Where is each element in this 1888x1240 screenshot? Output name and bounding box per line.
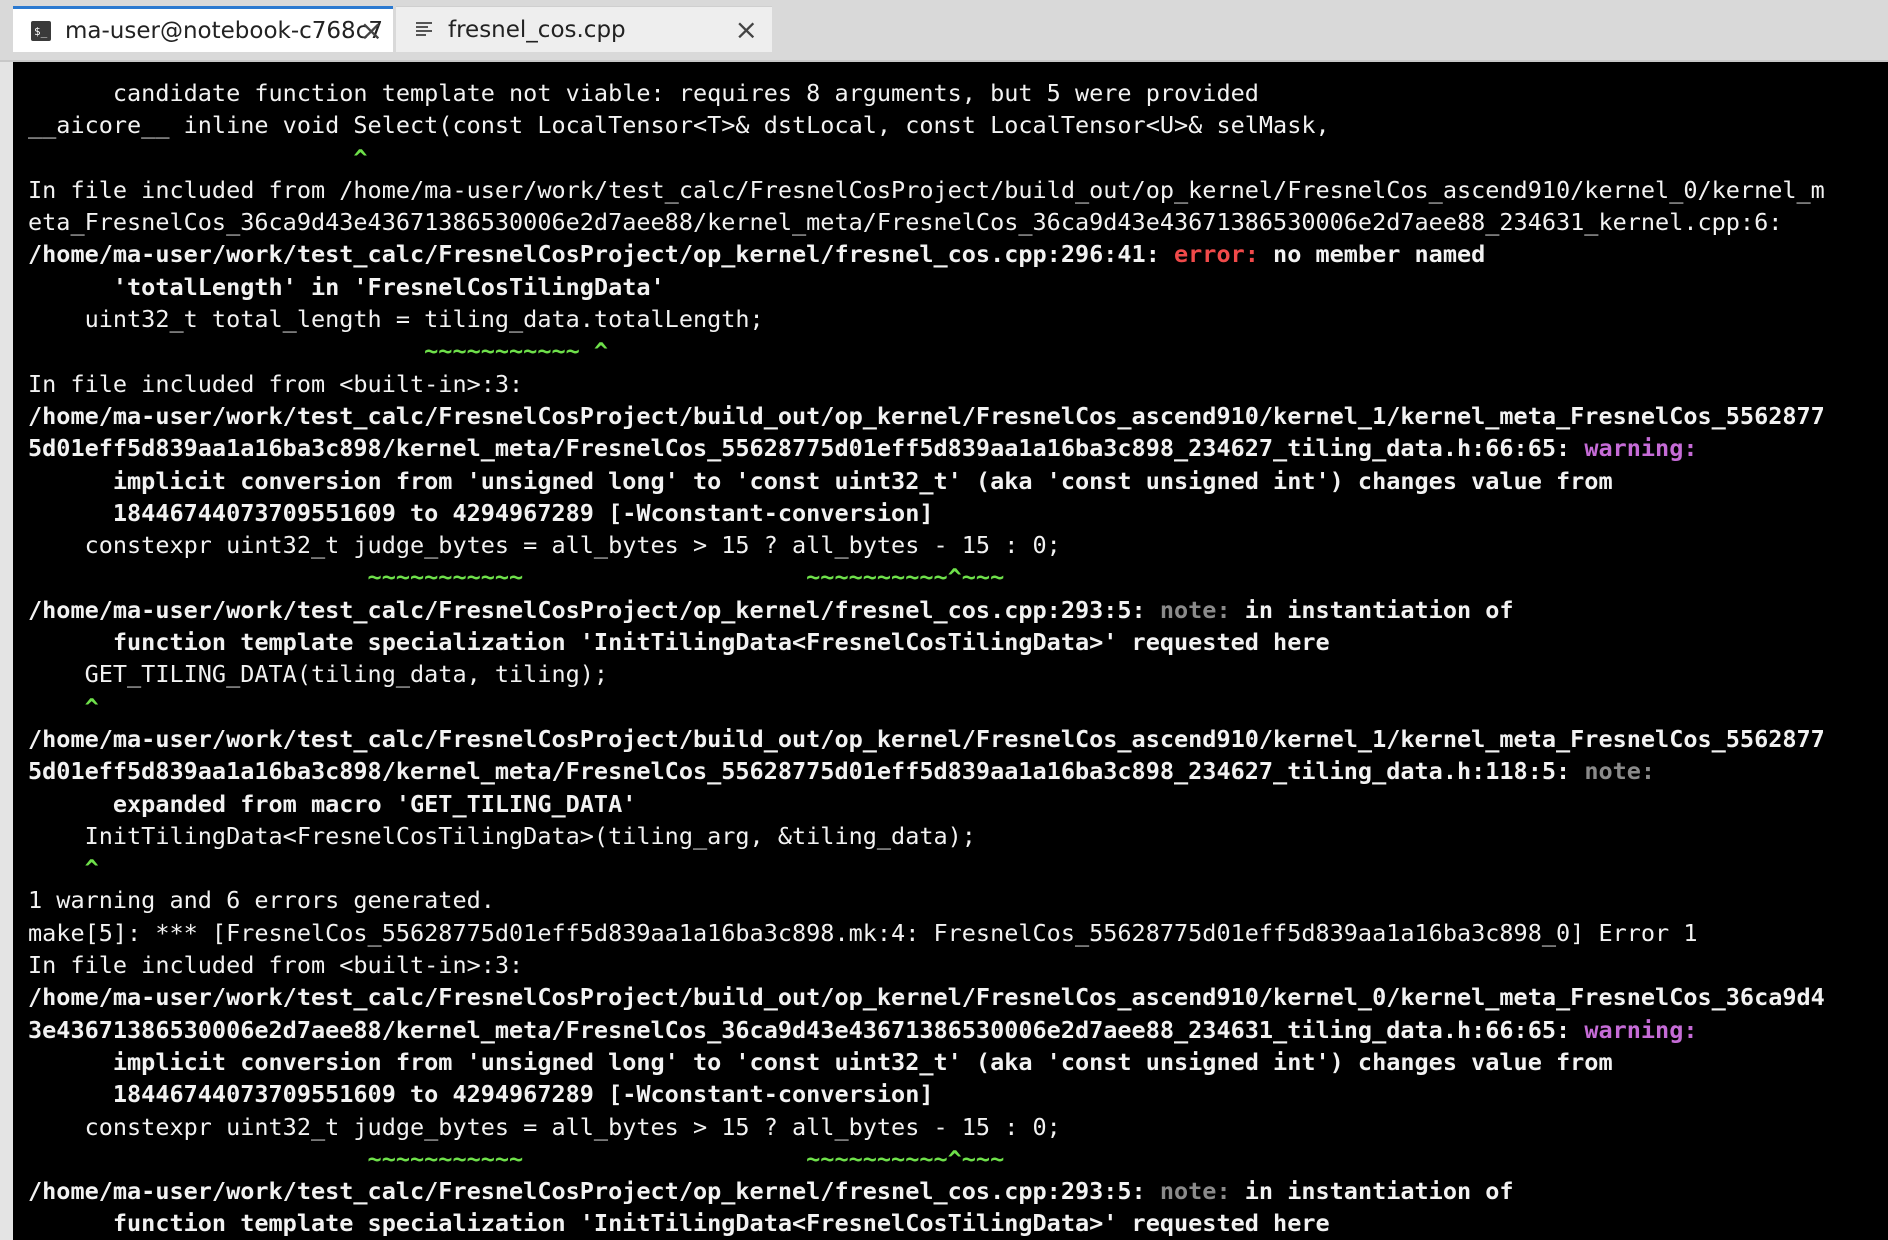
terminal-line: ^ bbox=[28, 852, 1825, 884]
terminal-text-segment: 'totalLength' in 'FresnelCosTilingData' bbox=[28, 272, 665, 301]
terminal-line: constexpr uint32_t judge_bytes = all_byt… bbox=[28, 529, 1825, 561]
terminal-line: make[5]: *** [FresnelCos_55628775d01eff5… bbox=[28, 917, 1825, 949]
terminal-text-segment: warning: bbox=[1584, 434, 1698, 463]
terminal-text-segment: candidate function template not viable: … bbox=[28, 79, 1259, 107]
terminal-text-segment: implicit conversion from 'unsigned long'… bbox=[28, 466, 1613, 495]
terminal-text-segment: InitTilingData<FresnelCosTilingData>(til… bbox=[28, 821, 976, 850]
close-icon[interactable]: × bbox=[360, 16, 383, 45]
terminal-text-segment: /home/ma-user/work/test_calc/FresnelCosP… bbox=[28, 595, 1160, 624]
terminal-line: /home/ma-user/work/test_calc/FresnelCosP… bbox=[28, 594, 1825, 626]
terminal-text-segment: in instantiation of bbox=[1230, 595, 1514, 624]
tab-terminal[interactable]: $_ ma-user@notebook-c768c7 × bbox=[13, 6, 393, 52]
terminal-line: candidate function template not viable: … bbox=[28, 77, 1825, 109]
svg-text:$_: $_ bbox=[34, 25, 48, 38]
terminal-line: ~~~~~~~~~~~ ~~~~~~~~~~^~~~ bbox=[28, 561, 1825, 593]
terminal-text-segment: warning: bbox=[1584, 1015, 1698, 1044]
terminal-line: In file included from <built-in>:3: bbox=[28, 949, 1825, 981]
terminal-text-segment: constexpr uint32_t judge_bytes = all_byt… bbox=[28, 1112, 1061, 1141]
terminal-text-segment: no member named bbox=[1258, 240, 1486, 269]
terminal-line: /home/ma-user/work/test_calc/FresnelCosP… bbox=[28, 723, 1825, 755]
terminal-text-segment: ^ bbox=[28, 854, 99, 883]
terminal-text-segment: in instantiation of bbox=[1230, 1177, 1514, 1206]
terminal-text-segment: 5d01eff5d839aa1a16ba3c898/kernel_meta/Fr… bbox=[28, 757, 1585, 786]
tab-terminal-label: ma-user@notebook-c768c7 bbox=[65, 17, 383, 44]
terminal-text-segment: /home/ma-user/work/test_calc/FresnelCosP… bbox=[28, 724, 1825, 753]
terminal-line: 18446744073709551609 to 4294967289 [-Wco… bbox=[28, 1078, 1825, 1110]
terminal-output[interactable]: candidate function template not viable: … bbox=[13, 62, 1888, 1240]
tab-fresnel-cos-cpp[interactable]: fresnel_cos.cpp × bbox=[396, 6, 772, 52]
document-icon bbox=[412, 18, 436, 42]
terminal-line: In file included from <built-in>:3: bbox=[28, 368, 1825, 400]
terminal-text-segment: constexpr uint32_t judge_bytes = all_byt… bbox=[28, 531, 1061, 560]
terminal-text-segment: note: bbox=[1584, 757, 1656, 786]
terminal-line: 3e43671386530006e2d7aee88/kernel_meta/Fr… bbox=[28, 1014, 1825, 1046]
terminal-text-segment: ~~~~~~~~~~~ ~~~~~~~~~~^~~~ bbox=[28, 563, 1005, 592]
terminal-line: ^ bbox=[28, 691, 1825, 723]
terminal-line: __aicore__ inline void Select(const Loca… bbox=[28, 109, 1825, 141]
terminal-text-segment: make[5]: *** [FresnelCos_55628775d01eff5… bbox=[28, 918, 1698, 947]
left-gutter bbox=[0, 62, 13, 1240]
terminal-text-segment: /home/ma-user/work/test_calc/FresnelCosP… bbox=[28, 240, 1175, 269]
terminal-line: constexpr uint32_t judge_bytes = all_byt… bbox=[28, 1111, 1825, 1143]
terminal-text-segment: note: bbox=[1159, 595, 1231, 624]
terminal-icon: $_ bbox=[29, 19, 53, 43]
tab-bar: $_ ma-user@notebook-c768c7 × fresnel_cos… bbox=[0, 0, 1888, 62]
terminal-text-segment: note: bbox=[1159, 1177, 1231, 1206]
terminal-line: implicit conversion from 'unsigned long'… bbox=[28, 465, 1825, 497]
terminal-line: GET_TILING_DATA(tiling_data, tiling); bbox=[28, 658, 1825, 690]
terminal-line: 5d01eff5d839aa1a16ba3c898/kernel_meta/Fr… bbox=[28, 432, 1825, 464]
terminal-line: 18446744073709551609 to 4294967289 [-Wco… bbox=[28, 497, 1825, 529]
close-icon[interactable]: × bbox=[735, 15, 758, 44]
terminal-text-segment: In file included from /home/ma-user/work… bbox=[28, 175, 1825, 204]
terminal-line: function template specialization 'InitTi… bbox=[28, 1207, 1825, 1239]
terminal-text-segment: ^ bbox=[28, 143, 368, 172]
terminal-line: 'totalLength' in 'FresnelCosTilingData' bbox=[28, 271, 1825, 303]
terminal-lines: candidate function template not viable: … bbox=[28, 77, 1825, 1240]
terminal-text-segment: expanded from macro 'GET_TILING_DATA' bbox=[28, 789, 637, 818]
terminal-text-segment: /home/ma-user/work/test_calc/FresnelCosP… bbox=[28, 401, 1825, 430]
terminal-text-segment: 18446744073709551609 to 4294967289 [-Wco… bbox=[28, 1080, 934, 1109]
terminal-line: uint32_t total_length = tiling_data.tota… bbox=[28, 303, 1825, 335]
terminal-line: expanded from macro 'GET_TILING_DATA' bbox=[28, 788, 1825, 820]
terminal-line: ~~~~~~~~~~~ ~~~~~~~~~~^~~~ bbox=[28, 1143, 1825, 1175]
terminal-text-segment: __aicore__ inline void Select(const Loca… bbox=[28, 111, 1330, 140]
terminal-text-segment: 18446744073709551609 to 4294967289 [-Wco… bbox=[28, 498, 934, 527]
terminal-line: ^ bbox=[28, 142, 1825, 174]
terminal-text-segment: In file included from <built-in>:3: bbox=[28, 951, 524, 980]
terminal-line: /home/ma-user/work/test_calc/FresnelCosP… bbox=[28, 981, 1825, 1013]
terminal-line: 1 warning and 6 errors generated. bbox=[28, 884, 1825, 916]
terminal-text-segment: ~~~~~~~~~~~ ^ bbox=[28, 337, 609, 366]
terminal-text-segment: 1 warning and 6 errors generated. bbox=[28, 886, 495, 915]
terminal-line: /home/ma-user/work/test_calc/FresnelCosP… bbox=[28, 238, 1825, 270]
terminal-line: /home/ma-user/work/test_calc/FresnelCosP… bbox=[28, 400, 1825, 432]
terminal-text-segment: uint32_t total_length = tiling_data.tota… bbox=[28, 305, 764, 334]
terminal-line: 5d01eff5d839aa1a16ba3c898/kernel_meta/Fr… bbox=[28, 755, 1825, 787]
terminal-text-segment: /home/ma-user/work/test_calc/FresnelCosP… bbox=[28, 983, 1825, 1012]
terminal-text-segment: ^ bbox=[28, 692, 99, 721]
terminal-text-segment: error: bbox=[1174, 240, 1259, 269]
terminal-line: eta_FresnelCos_36ca9d43e43671386530006e2… bbox=[28, 206, 1825, 238]
terminal-text-segment: In file included from <built-in>:3: bbox=[28, 369, 524, 398]
terminal-line: implicit conversion from 'unsigned long'… bbox=[28, 1046, 1825, 1078]
terminal-text-segment: GET_TILING_DATA(tiling_data, tiling); bbox=[28, 660, 609, 689]
terminal-line: ~~~~~~~~~~~ ^ bbox=[28, 335, 1825, 367]
terminal-line: InitTilingData<FresnelCosTilingData>(til… bbox=[28, 820, 1825, 852]
tab-fresnel-cos-cpp-label: fresnel_cos.cpp bbox=[448, 16, 626, 43]
terminal-text-segment: ~~~~~~~~~~~ ~~~~~~~~~~^~~~ bbox=[28, 1144, 1005, 1173]
terminal-line: In file included from /home/ma-user/work… bbox=[28, 174, 1825, 206]
terminal-line: function template specialization 'InitTi… bbox=[28, 626, 1825, 658]
terminal-text-segment: 3e43671386530006e2d7aee88/kernel_meta/Fr… bbox=[28, 1015, 1585, 1044]
terminal-text-segment: function template specialization 'InitTi… bbox=[28, 628, 1330, 657]
terminal-text-segment: implicit conversion from 'unsigned long'… bbox=[28, 1047, 1613, 1076]
terminal-text-segment: function template specialization 'InitTi… bbox=[28, 1209, 1330, 1238]
terminal-text-segment: /home/ma-user/work/test_calc/FresnelCosP… bbox=[28, 1177, 1160, 1206]
terminal-line: /home/ma-user/work/test_calc/FresnelCosP… bbox=[28, 1175, 1825, 1207]
terminal-text-segment: 5d01eff5d839aa1a16ba3c898/kernel_meta/Fr… bbox=[28, 434, 1585, 463]
terminal-text-segment: eta_FresnelCos_36ca9d43e43671386530006e2… bbox=[28, 208, 1783, 237]
